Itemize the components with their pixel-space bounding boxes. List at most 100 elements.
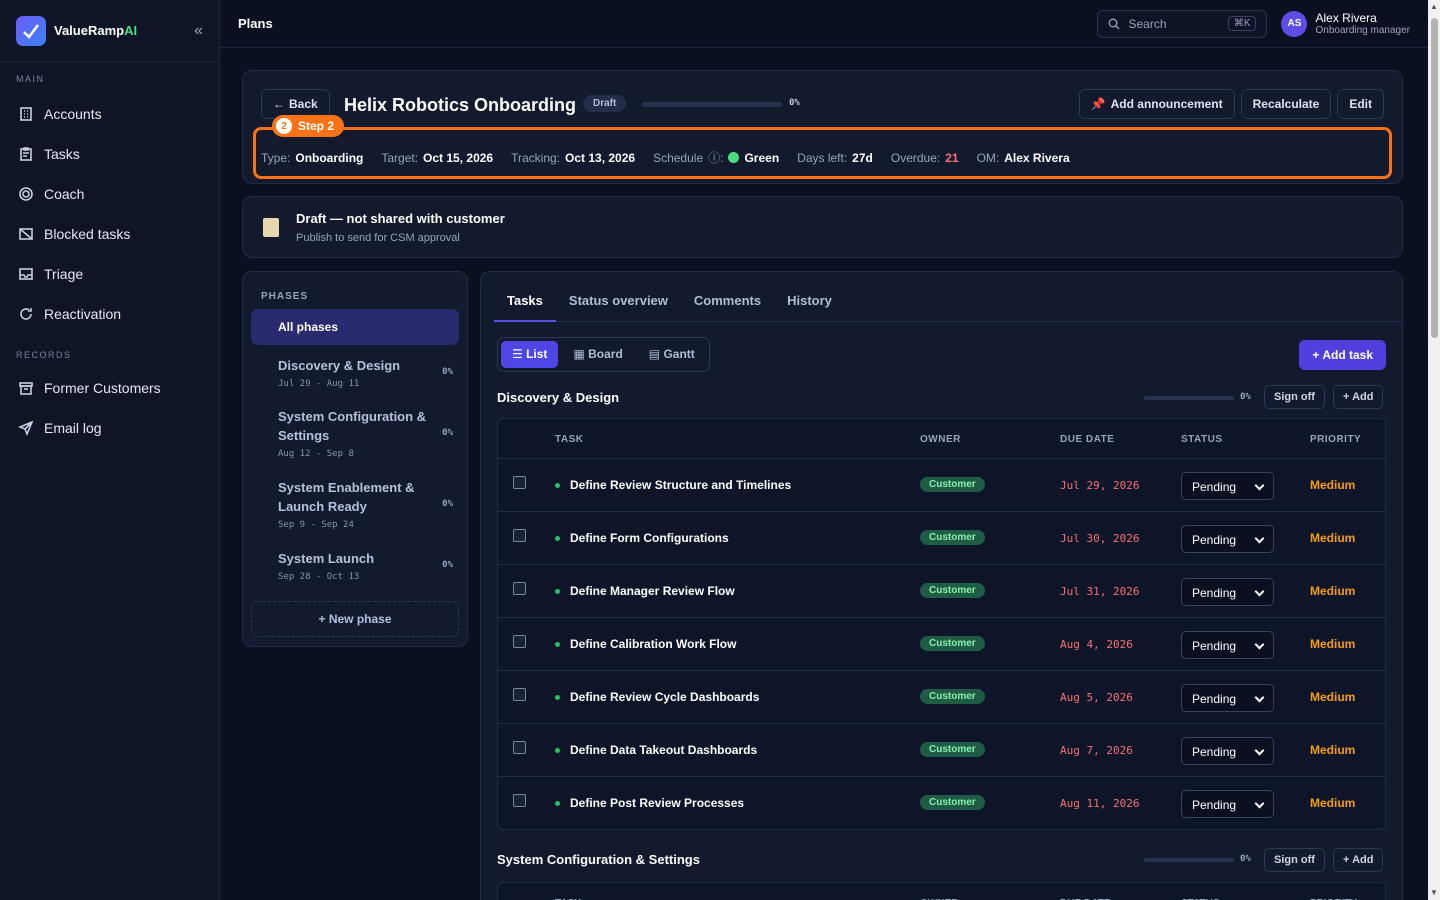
board-icon: ▦ [573,347,589,361]
page-scrollbar[interactable]: ▲ ▼ [1428,0,1440,900]
blocked-icon [19,228,33,240]
row-checkbox[interactable] [513,635,526,648]
table-row[interactable]: Define Review Structure and Timelines Cus… [498,459,1385,512]
phase-item[interactable]: System Configuration & Settings Aug 12 -… [278,407,453,459]
table-row[interactable]: Define Data Takeout Dashboards Customer Au… [498,724,1385,777]
column-owner[interactable]: OWNER [920,434,961,445]
sidebar-item-triage[interactable]: Triage [0,254,219,294]
owner-badge: Customer [920,530,985,545]
tab-history[interactable]: History [774,272,845,322]
column-due-date[interactable]: DUE DATE [1060,434,1114,445]
phase-dates: Sep 28 - Oct 13 [278,572,360,582]
status-select[interactable]: Pending [1181,578,1274,606]
status-select[interactable]: Pending [1181,525,1274,553]
phase-item[interactable]: System Launch Sep 28 - Oct 13 0% [278,549,453,582]
sidebar-item-email-log[interactable]: Email log [0,408,219,448]
column-priority[interactable]: PRIORITY [1310,434,1361,445]
edit-button[interactable]: Edit [1337,89,1384,119]
add-announcement-button[interactable]: 📌 Add announcement [1078,89,1235,119]
column-status[interactable]: STATUS [1181,434,1223,445]
row-checkbox[interactable] [513,529,526,542]
phase-item[interactable]: System Enablement & Launch Ready Sep 9 -… [278,478,453,530]
priority-label: Medium [1310,478,1356,492]
scrollbar-thumb[interactable] [1431,18,1438,338]
phase-all[interactable]: All phases [251,309,459,345]
status-select[interactable]: Pending [1181,737,1274,765]
search-input[interactable]: Search ⌘K [1097,9,1268,38]
task-name[interactable]: Define Post Review Processes [570,796,744,810]
sidebar-item-former-customers[interactable]: Former Customers [0,368,219,408]
add-task-inline-button[interactable]: + Add [1333,848,1384,872]
row-checkbox[interactable] [513,688,526,701]
task-name[interactable]: Define Manager Review Flow [570,584,735,598]
task-name[interactable]: Define Calibration Work Flow [570,637,736,651]
view-list[interactable]: ☰ List [501,341,559,368]
task-name[interactable]: Define Review Cycle Dashboards [570,690,759,704]
view-board[interactable]: ▦ Board [562,341,633,368]
phase-pct: 0% [442,367,453,377]
new-phase-button[interactable]: + New phase [251,601,459,637]
tabs: Tasks Status overview Comments History [494,272,1402,322]
tab-comments[interactable]: Comments [681,272,774,322]
collapse-sidebar-icon[interactable]: « [194,22,203,40]
avatar: AS [1281,10,1308,37]
search-shortcut: ⌘K [1227,16,1257,31]
row-checkbox[interactable] [513,476,526,489]
task-name[interactable]: Define Form Configurations [570,531,729,545]
task-name[interactable]: Define Review Structure and Timelines [570,478,791,492]
tab-status-overview[interactable]: Status overview [556,272,681,322]
table-row[interactable]: Define Form Configurations Customer Jul 30… [498,512,1385,565]
recalculate-button[interactable]: Recalculate [1240,89,1332,119]
table-row[interactable]: Define Calibration Work Flow Customer Aug … [498,618,1385,671]
status-badge: Draft [583,95,627,112]
sidebar-item-tasks[interactable]: Tasks [0,134,219,174]
row-checkbox[interactable] [513,794,526,807]
user-role: Onboarding manager [1315,25,1410,36]
draft-banner: Draft — not shared with customer Publish… [242,196,1403,258]
add-task-button[interactable]: + Add task [1299,340,1386,370]
add-task-inline-button[interactable]: + Add [1333,385,1384,409]
task-name[interactable]: Define Data Takeout Dashboards [570,743,757,757]
view-gantt[interactable]: ▤ Gantt [638,341,706,368]
target-icon [19,187,33,201]
info-icon[interactable]: ⓘ: [708,149,723,166]
status-select[interactable]: Pending [1181,684,1274,712]
status-select[interactable]: Pending [1181,631,1274,659]
plan-progress-bar [642,102,782,107]
tab-tasks[interactable]: Tasks [494,272,556,322]
tasks-panel: Tasks Status overview Comments History ☰… [480,271,1403,900]
table-row[interactable]: Define Manager Review Flow Customer Jul 31… [498,565,1385,618]
phases-label: PHASES [261,291,309,302]
overdue-key: Overdue: [890,150,941,165]
phases-panel: PHASES All phases Discovery & Design Jul… [242,271,468,647]
sidebar-item-label: Accounts [44,106,102,122]
row-checkbox[interactable] [513,582,526,595]
sign-off-button[interactable]: Sign off [1264,385,1325,409]
scroll-down-icon[interactable]: ▼ [1430,888,1438,897]
view-switcher: ☰ List ▦ Board ▤ Gantt [497,337,710,372]
sidebar-item-label: Triage [44,266,84,282]
logo-icon[interactable] [16,15,46,46]
sidebar-item-accounts[interactable]: Accounts [0,94,219,134]
column-task[interactable]: TASK [555,434,583,445]
banner-subtitle: Publish to send for CSM approval [296,232,460,244]
sidebar-item-blocked-tasks[interactable]: Blocked tasks [0,214,219,254]
phase-item[interactable]: Discovery & Design Jul 29 - Aug 11 0% [278,356,453,389]
search-icon [1109,18,1120,29]
phase-dates: Sep 9 - Sep 24 [278,520,354,530]
sign-off-button[interactable]: Sign off [1264,848,1325,872]
table-row[interactable]: Define Post Review Processes Customer Aug … [498,777,1385,830]
scroll-up-icon[interactable]: ▲ [1430,2,1438,11]
row-checkbox[interactable] [513,741,526,754]
status-select[interactable]: Pending [1181,472,1274,500]
user-menu[interactable]: AS Alex Rivera Onboarding manager [1281,10,1410,37]
days-left-value: 27d [852,150,873,165]
group-progress-text: 0% [1240,854,1251,864]
sidebar-item-coach[interactable]: Coach [0,174,219,214]
due-date: Jul 31, 2026 [1060,585,1140,598]
priority-label: Medium [1310,690,1356,704]
table-row[interactable]: Define Review Cycle Dashboards Customer Au… [498,671,1385,724]
status-select[interactable]: Pending [1181,790,1274,818]
sidebar-item-reactivation[interactable]: Reactivation [0,294,219,334]
send-icon [18,420,34,436]
